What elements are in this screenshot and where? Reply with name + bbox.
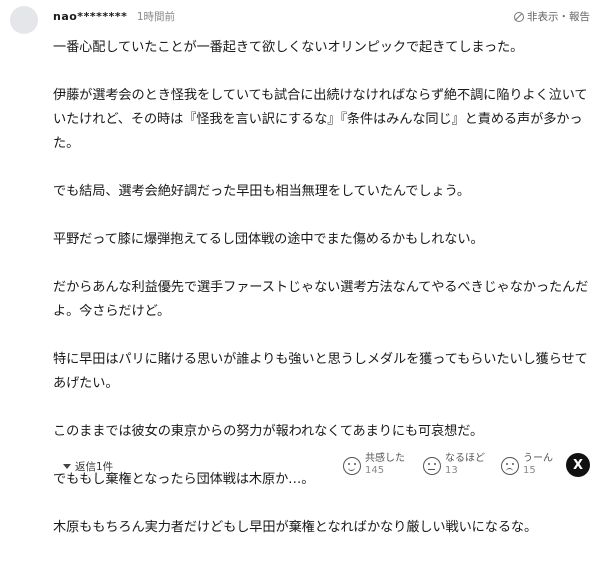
- comment-paragraph: だからあんな利益優先で選手ファーストじゃない選考方法なんてやるべきじゃなかったん…: [53, 280, 589, 319]
- reaction-naruhodo-button[interactable]: なるほど 13: [423, 452, 485, 476]
- avatar: [10, 6, 38, 34]
- hmm-face-icon: [501, 457, 519, 475]
- comment-footer: 返信1件 共感した 145 なるほど 13 うーん 15 X: [53, 452, 590, 484]
- neutral-face-icon: [423, 457, 441, 475]
- comment-paragraph: 平野だって膝に爆弾抱えてるし団体戦の途中でまた傷めるかもしれない。: [53, 232, 484, 247]
- comment-body: 一番心配していたことが一番起きて欲しくないオリンピックで起きてしまった。 伊藤が…: [53, 36, 593, 564]
- comment-paragraph: 一番心配していたことが一番起きて欲しくないオリンピックで起きてしまった。: [53, 40, 524, 55]
- smile-icon: [343, 457, 361, 475]
- reaction-label: うーん: [523, 453, 553, 464]
- chevron-down-icon: [63, 464, 71, 469]
- reaction-label: なるほど: [445, 453, 485, 464]
- comment-paragraph: 木原ももちろん実力者だけどもし早田が棄権となればかなり厳しい戦いになるな。: [53, 520, 538, 535]
- x-logo-icon: X: [572, 457, 584, 473]
- reaction-count: 145: [365, 465, 385, 476]
- replies-toggle[interactable]: 返信1件: [63, 459, 113, 474]
- comment-paragraph: 伊藤が選考会のとき怪我をしていても試合に出続けなければならず絶不調に陥りよく泣い…: [53, 88, 588, 151]
- comment-paragraph: でも結局、選考会絶好調だった早田も相当無理をしていたんでしょう。: [53, 184, 470, 199]
- reaction-count: 13: [445, 465, 458, 476]
- reaction-label: 共感した: [365, 453, 405, 464]
- hide-report-label: 非表示・報告: [527, 11, 590, 23]
- reaction-hmm-button[interactable]: うーん 15: [501, 452, 553, 476]
- comment-header: nao******** 1時間前 非表示・報告: [53, 9, 590, 27]
- hide-icon: [514, 11, 524, 22]
- username[interactable]: nao********: [53, 10, 127, 23]
- timestamp: 1時間前: [136, 11, 176, 23]
- reaction-count: 15: [523, 465, 536, 476]
- comment-paragraph: このままでは彼女の東京からの努力が報われなくてあまりにも可哀想だ。: [53, 424, 484, 439]
- comment-paragraph: 特に早田はパリに賭ける思いが誰よりも強いと思うしメダルを獲ってもらいたいし獲らせ…: [53, 352, 588, 391]
- replies-label: 返信1件: [75, 461, 114, 473]
- reaction-empathy-button[interactable]: 共感した 145: [343, 452, 405, 476]
- hide-report-button[interactable]: 非表示・報告: [514, 9, 590, 24]
- x-share-button[interactable]: X: [566, 453, 590, 477]
